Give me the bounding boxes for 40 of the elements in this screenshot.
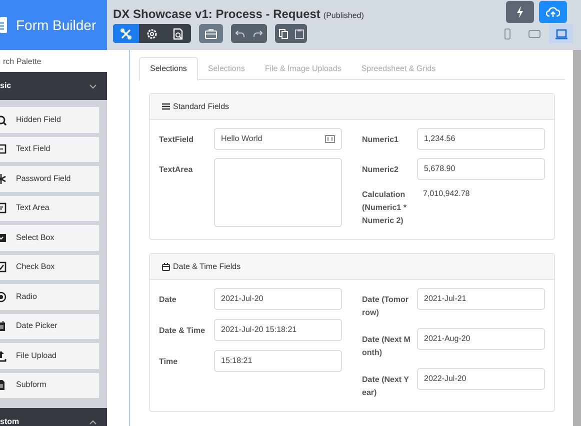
palette-item[interactable]: Subform	[0, 372, 99, 398]
palette-item[interactable]: Text Area	[0, 196, 99, 221]
status-text: (Published)	[323, 10, 364, 22]
form-title: DX Showcase v1: Process - Request	[113, 6, 320, 23]
field-label: Date	[159, 294, 178, 306]
text-field[interactable]: 2021-Jul-21	[417, 288, 545, 310]
group-header[interactable]: sic	[0, 72, 107, 100]
text-field[interactable]: Hello World	[214, 128, 342, 150]
field-label: Numeric1	[362, 134, 400, 146]
field-label: Date (Next Month)	[362, 334, 411, 359]
search-field[interactable]: rch Palette	[0, 50, 107, 72]
calculated-value: 7,010,942.78	[422, 188, 470, 200]
text-field[interactable]: 1,234.56	[417, 128, 545, 150]
tab[interactable]: Selections	[139, 57, 198, 81]
palette-item[interactable]: Select Box	[0, 225, 99, 250]
text-field[interactable]: 15:18:21	[214, 350, 342, 372]
group-header[interactable]: stom	[0, 408, 107, 426]
palette-item[interactable]: Date Picker	[0, 314, 99, 339]
field-label: TextField	[159, 134, 195, 146]
text-field[interactable]: 5,678.90	[417, 158, 545, 180]
section-title: Date & Time Fields	[173, 260, 241, 272]
palette-item[interactable]: Check Box	[0, 254, 99, 280]
text-field[interactable]: 2021-Jul-20 15:18:21	[214, 319, 342, 341]
field-label: Time	[159, 356, 179, 368]
palette-item[interactable]: Text Field	[0, 136, 99, 162]
field-label: TextArea	[159, 164, 194, 176]
field-label: Date (Tomorrow)	[362, 294, 410, 319]
text-field[interactable]: 2021-Jul-20	[214, 288, 342, 310]
section-title: Standard Fields	[173, 100, 230, 112]
text-field[interactable]: 2022-Jul-20	[417, 368, 545, 390]
palette-item[interactable]: Password Field	[0, 166, 99, 192]
field-label: Date & Time	[159, 325, 206, 337]
app-title: Form Builder	[16, 16, 96, 34]
palette-item[interactable]: Radio	[0, 284, 99, 310]
field-label: Numeric2	[362, 164, 400, 176]
palette-item[interactable]: File Upload	[0, 343, 99, 368]
field-label: Date (Next Year)	[362, 374, 410, 399]
text-field[interactable]: 2021-Aug-20	[417, 328, 545, 350]
palette-item[interactable]: Hidden Field	[0, 107, 99, 132]
field-label: Calculation (Numeric1 * Numeric 2)	[362, 189, 408, 227]
